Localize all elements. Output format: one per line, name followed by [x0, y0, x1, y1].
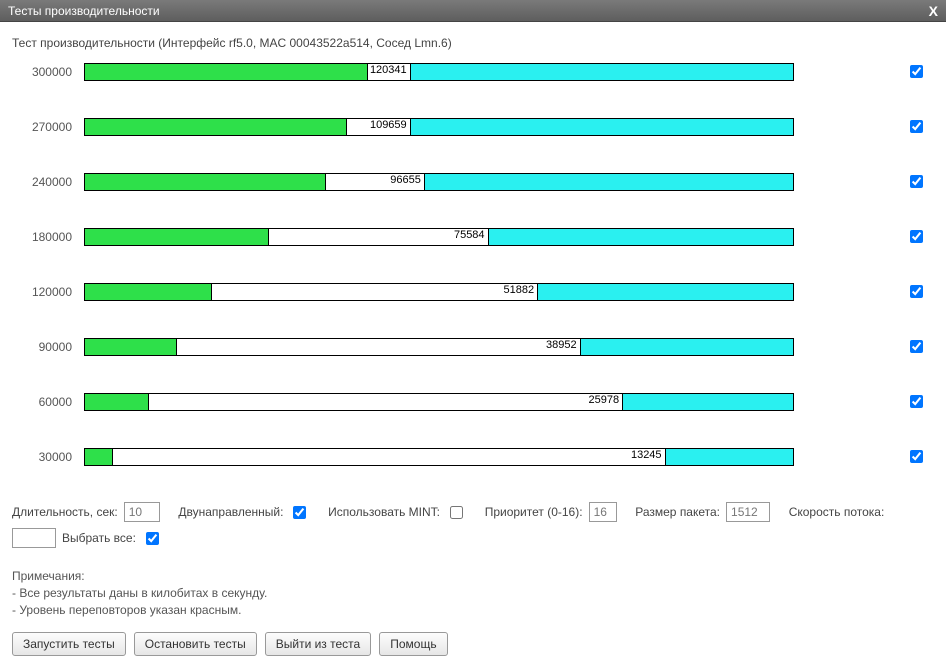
bar-green: 54140 [85, 284, 212, 300]
bar-gap: 75584 [269, 229, 488, 245]
bar-gap: 51882 [212, 284, 538, 300]
help-button[interactable]: Помощь [379, 632, 447, 656]
button-row: Запустить тесты Остановить тесты Выйти и… [12, 632, 934, 656]
bar-cyan [538, 284, 793, 300]
bar-green: 13691 [85, 449, 113, 465]
packet-label: Размер пакета: [635, 505, 720, 519]
bar: 40541 38952 [84, 338, 794, 356]
bar-green: 100190 [85, 174, 326, 190]
bar-gap: 25978 [149, 394, 623, 410]
cyan-value: 75584 [454, 229, 485, 241]
row-label: 30000 [12, 450, 72, 464]
row-checkbox[interactable] [910, 395, 923, 408]
bar: 27270 25978 [84, 393, 794, 411]
duration-label: Длительность, сек: [12, 505, 118, 519]
row-checkbox[interactable] [910, 120, 923, 133]
bar: 13691 13245 [84, 448, 794, 466]
notes-line2: - Уровень переповторов указан красным. [12, 602, 934, 619]
subtitle: Тест производительности (Интерфейс rf5.0… [12, 36, 934, 50]
priority-label: Приоритет (0-16): [485, 505, 583, 519]
result-row: 90000 40541 38952 [12, 337, 934, 356]
mint-label: Использовать MINT: [328, 505, 440, 519]
result-row: 180000 77432 75584 [12, 227, 934, 246]
exit-button[interactable]: Выйти из теста [265, 632, 371, 656]
row-checkbox[interactable] [910, 65, 923, 78]
row-checkbox[interactable] [910, 175, 923, 188]
perf-test-dialog: Тесты производительности X Тест производ… [0, 0, 946, 666]
row-checkbox[interactable] [910, 450, 923, 463]
cyan-value: 25978 [588, 394, 619, 406]
bar-green: 110463 [85, 119, 347, 135]
bidir-checkbox[interactable] [293, 506, 306, 519]
notes-heading: Примечания: [12, 568, 934, 585]
row-label: 300000 [12, 65, 72, 79]
bar-gap: 13245 [113, 449, 665, 465]
cyan-value: 13245 [631, 449, 662, 461]
row-checkbox[interactable] [910, 340, 923, 353]
row-label: 90000 [12, 340, 72, 354]
bar-cyan [489, 229, 793, 245]
bar-gap: 120341 [368, 64, 410, 80]
result-row: 120000 54140 51882 [12, 282, 934, 301]
bar-green: 77432 [85, 229, 269, 245]
rate-label: Скорость потока: [789, 505, 885, 519]
run-button[interactable]: Запустить тесты [12, 632, 126, 656]
cyan-value: 51882 [504, 284, 535, 296]
row-label: 120000 [12, 285, 72, 299]
row-label: 240000 [12, 175, 72, 189]
notes: Примечания: - Все результаты даны в кило… [12, 568, 934, 618]
bar-cyan [411, 119, 793, 135]
result-row: 60000 27270 25978 [12, 392, 934, 411]
result-row: 240000 100190 96655 [12, 172, 934, 191]
bar-green: 120737 [85, 64, 368, 80]
row-label: 180000 [12, 230, 72, 244]
row-label: 270000 [12, 120, 72, 134]
selectall-checkbox[interactable] [146, 532, 159, 545]
bar-gap: 109659 [347, 119, 411, 135]
bar-cyan [425, 174, 793, 190]
bar: 120737120341 [84, 63, 794, 81]
mint-checkbox[interactable] [450, 506, 463, 519]
packet-input[interactable] [726, 502, 770, 522]
row-checkbox[interactable] [910, 230, 923, 243]
row-checkbox[interactable] [910, 285, 923, 298]
bar-green: 27270 [85, 394, 149, 410]
controls-row: Длительность, сек: Двунаправленный: Испо… [12, 502, 934, 548]
bar-gap: 96655 [326, 174, 425, 190]
result-row: 300000 120737120341 [12, 62, 934, 81]
bar-cyan [666, 449, 793, 465]
stop-button[interactable]: Остановить тесты [134, 632, 257, 656]
titlebar: Тесты производительности X [0, 0, 946, 22]
notes-line1: - Все результаты даны в килобитах в секу… [12, 585, 934, 602]
row-label: 60000 [12, 395, 72, 409]
bar-gap: 38952 [177, 339, 581, 355]
selectall-label: Выбрать все: [62, 531, 136, 545]
result-row: 30000 13691 13245 [12, 447, 934, 466]
titlebar-title: Тесты производительности [8, 0, 160, 22]
rate-input[interactable] [12, 528, 56, 548]
cyan-value: 96655 [390, 174, 421, 186]
cyan-value: 109659 [370, 119, 407, 131]
priority-input[interactable] [589, 502, 617, 522]
duration-input[interactable] [124, 502, 160, 522]
bar: 77432 75584 [84, 228, 794, 246]
bar-green: 40541 [85, 339, 177, 355]
result-row: 270000 110463 109659 [12, 117, 934, 136]
bar-cyan [411, 64, 793, 80]
cyan-value: 120341 [370, 64, 407, 76]
bar-cyan [581, 339, 793, 355]
bar: 110463 109659 [84, 118, 794, 136]
bidir-label: Двунаправленный: [178, 505, 283, 519]
bar: 100190 96655 [84, 173, 794, 191]
bar-cyan [623, 394, 793, 410]
cyan-value: 38952 [546, 339, 577, 351]
close-icon[interactable]: X [929, 0, 938, 22]
results-list: 300000 120737120341 270000 110463 109659 2400… [12, 62, 934, 466]
bar: 54140 51882 [84, 283, 794, 301]
